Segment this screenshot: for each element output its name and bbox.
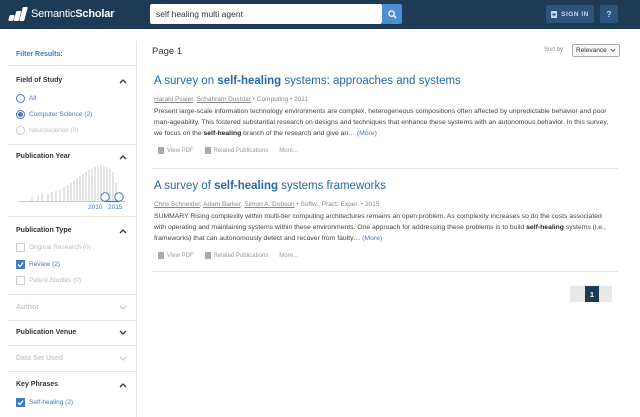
- page-button-current[interactable]: 1: [585, 286, 599, 302]
- checkbox[interactable]: [16, 276, 25, 285]
- type-option-patent-studies[interactable]: Patent Studies (0): [16, 276, 81, 285]
- semantic-scholar-logo[interactable]: SemanticScholar: [8, 7, 114, 21]
- view-pdf-button[interactable]: View PDF: [158, 147, 194, 154]
- sign-in-icon: [551, 10, 558, 18]
- year-range-start: 2010: [88, 204, 103, 211]
- chevron-down-icon: [610, 48, 616, 53]
- result-abstract: Present large-scale information technolo…: [154, 108, 609, 137]
- checkmark-icon: [17, 400, 24, 406]
- checkmark-icon: [17, 262, 24, 268]
- checkbox[interactable]: [16, 398, 25, 407]
- chevron-down-icon[interactable]: [119, 330, 127, 336]
- chevron-up-icon[interactable]: [119, 154, 127, 160]
- more-link[interactable]: (More): [362, 235, 382, 242]
- key-phrases-heading[interactable]: Key Phrases: [16, 381, 58, 388]
- result-meta: Harald Psaier, Schahram Dustdar • Comput…: [154, 96, 309, 103]
- view-pdf-button[interactable]: View PDF: [158, 252, 194, 259]
- sort-label: Sort by:: [544, 47, 565, 53]
- divider: [8, 345, 136, 346]
- pdf-icon: [158, 252, 164, 259]
- search-icon: [387, 9, 397, 19]
- more-link[interactable]: (More): [357, 130, 377, 137]
- publication-year-heading[interactable]: Publication Year: [16, 153, 70, 160]
- result-title[interactable]: A survey of self-healing systems framewo…: [154, 180, 386, 192]
- pdf-icon: [158, 147, 164, 154]
- field-option-computer-science[interactable]: Computer Science (2): [16, 110, 92, 119]
- help-icon: ?: [606, 9, 612, 19]
- result-title[interactable]: A survey on self-healing systems: approa…: [154, 75, 461, 87]
- publication-type-heading[interactable]: Publication Type: [16, 227, 72, 234]
- field-option-neuroscience: Neuroscience (0): [16, 126, 79, 135]
- publication-venue-heading[interactable]: Publication Venue: [16, 329, 76, 336]
- type-option-original-research[interactable]: Original Research (0): [16, 243, 91, 252]
- chevron-down-icon[interactable]: [119, 356, 127, 362]
- result-actions: View PDF Related Publications More...: [158, 147, 298, 154]
- data-set-used-heading[interactable]: Data Set Used: [16, 355, 63, 362]
- checkbox[interactable]: [16, 243, 25, 252]
- sign-in-button[interactable]: SIGN IN: [546, 5, 594, 23]
- type-option-review[interactable]: Review (2): [16, 260, 60, 269]
- related-publications-button[interactable]: Related Publications: [204, 147, 268, 154]
- field-of-study-heading[interactable]: Field of Study: [16, 77, 62, 84]
- divider: [8, 144, 136, 145]
- divider: [8, 320, 136, 321]
- search-button[interactable]: [382, 4, 402, 24]
- divider: [152, 271, 618, 272]
- page-label: Page 1: [152, 46, 183, 57]
- document-icon: [204, 147, 211, 154]
- sign-in-label: SIGN IN: [561, 10, 589, 18]
- author-link[interactable]: Chris Schneider: [154, 201, 200, 208]
- chevron-up-icon[interactable]: [119, 78, 127, 84]
- chevron-up-icon[interactable]: [119, 228, 127, 234]
- related-publications-button[interactable]: Related Publications: [204, 252, 268, 259]
- publication-year-histogram[interactable]: [18, 163, 126, 203]
- top-header: SemanticScholar self healing multi agent…: [0, 0, 640, 29]
- key-phrase-self-healing[interactable]: Self-healing (2): [16, 398, 73, 407]
- radio-button: [16, 126, 25, 135]
- search-query: self healing multi agent: [156, 9, 243, 19]
- author-heading[interactable]: Author: [16, 304, 39, 311]
- author-link[interactable]: Adam Barker: [203, 201, 241, 208]
- year-range-end: 2015: [108, 204, 123, 211]
- divider: [8, 216, 136, 217]
- sort-select[interactable]: Relevance: [572, 44, 620, 57]
- chevron-up-icon[interactable]: [119, 382, 127, 388]
- radio-button[interactable]: [16, 94, 25, 103]
- logo-mark-icon: [8, 7, 28, 21]
- filter-results-title: Filter Results:: [16, 51, 63, 58]
- radio-button[interactable]: [16, 110, 25, 119]
- search-input[interactable]: self healing multi agent: [150, 4, 382, 24]
- result-actions: View PDF Related Publications More...: [158, 252, 298, 259]
- help-button[interactable]: ?: [600, 5, 618, 23]
- divider: [8, 294, 136, 295]
- author-link[interactable]: Schahram Dustdar: [197, 96, 251, 103]
- more-button[interactable]: More...: [279, 148, 298, 154]
- document-icon: [204, 252, 211, 259]
- filter-sidebar: Filter Results: Field of Study All Compu…: [8, 41, 137, 417]
- author-link[interactable]: Harald Psaier: [154, 96, 193, 103]
- author-link[interactable]: Simon A. Dobson: [244, 201, 294, 208]
- divider: [8, 65, 136, 66]
- result-meta: Chris Schneider, Adam Barker, Simon A. D…: [154, 201, 380, 208]
- more-button[interactable]: More...: [279, 253, 298, 259]
- divider: [8, 371, 136, 372]
- logo-text: SemanticScholar: [31, 8, 115, 20]
- chevron-down-icon[interactable]: [119, 305, 127, 311]
- field-option-all[interactable]: All: [16, 94, 36, 103]
- checkbox[interactable]: [16, 260, 25, 269]
- sort-value: Relevance: [576, 47, 607, 54]
- result-abstract: SUMMARY Rising complexity within multi-t…: [154, 213, 606, 242]
- divider: [152, 168, 618, 169]
